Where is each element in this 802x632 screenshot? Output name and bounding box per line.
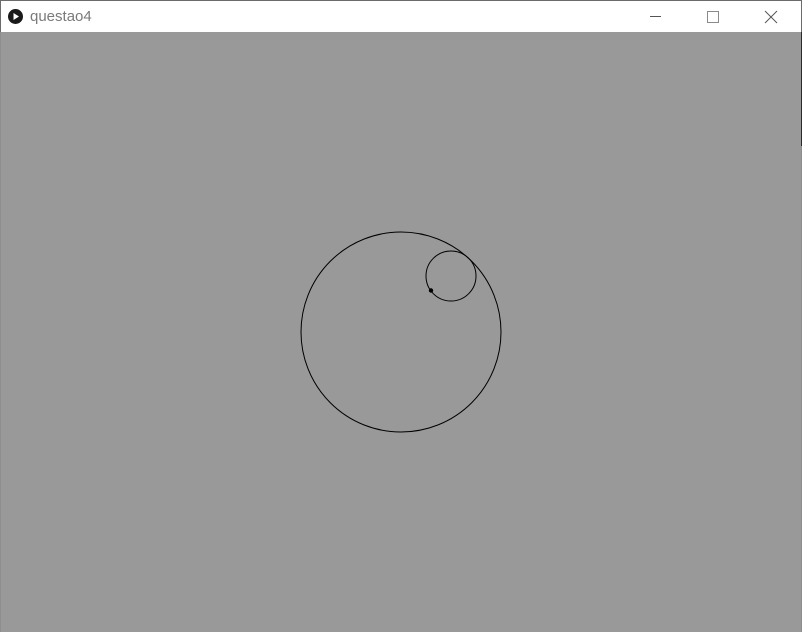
sketch-drawing <box>300 231 502 433</box>
play-circle-icon <box>8 9 23 24</box>
maximize-button[interactable] <box>690 2 736 32</box>
tracing-point <box>428 288 434 293</box>
window-left-edge <box>0 32 1 632</box>
window-title: questao4 <box>30 8 92 25</box>
close-icon <box>764 10 778 24</box>
sketch-canvas[interactable] <box>0 32 802 632</box>
small-circle <box>425 250 477 302</box>
sketch-window: questao4 <box>0 0 802 632</box>
close-button[interactable] <box>748 2 794 32</box>
minimize-button[interactable] <box>633 2 679 32</box>
big-circle <box>300 231 502 433</box>
title-bar[interactable]: questao4 <box>0 0 802 32</box>
maximize-icon <box>707 11 719 23</box>
minimize-icon <box>650 16 661 17</box>
